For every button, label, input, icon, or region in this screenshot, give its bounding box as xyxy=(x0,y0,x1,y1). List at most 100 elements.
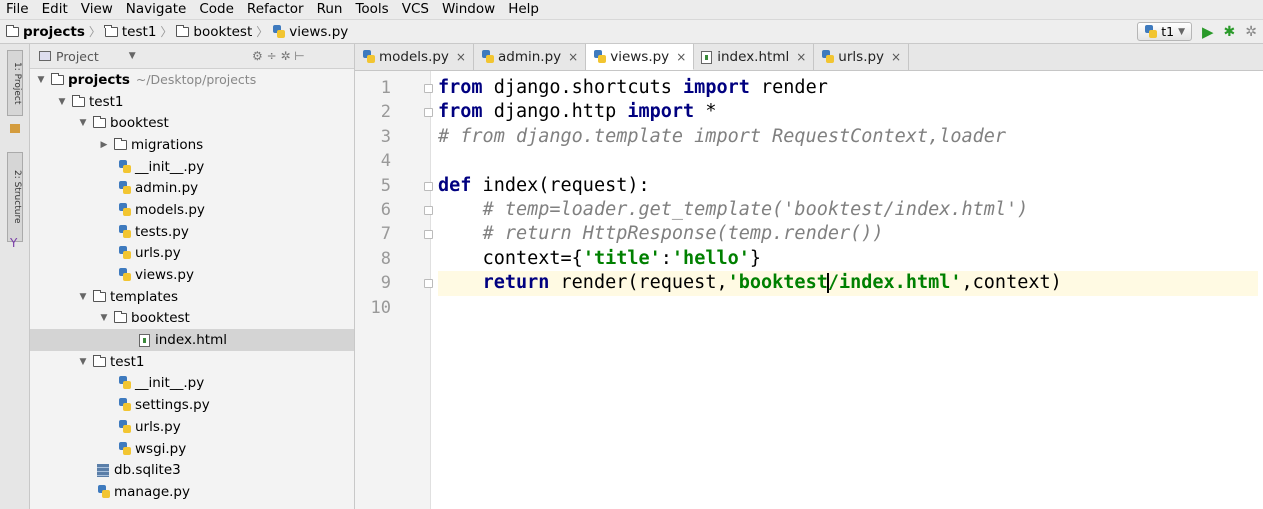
keyword: def xyxy=(438,174,472,196)
tree-item[interactable]: ▼ test1 xyxy=(30,91,354,113)
tree-item[interactable]: ▼ projects ~/Desktop/projects xyxy=(30,69,354,91)
tree-item[interactable]: views.py xyxy=(30,264,354,286)
code-area[interactable]: from django.shortcuts import render from… xyxy=(438,76,1258,320)
breadcrumb-projects[interactable]: projects xyxy=(5,24,85,40)
navigation-bar: projects 〉 test1 〉 booktest 〉 views.py t… xyxy=(0,19,1263,44)
menu-bar: File Edit View Navigate Code Refactor Run Tools… xyxy=(0,0,1263,19)
chevron-down-icon[interactable]: ▼ xyxy=(129,51,136,61)
code-line-9: return render(request,'booktest/index.ht… xyxy=(438,271,1258,296)
tab-label: models.py xyxy=(379,49,449,65)
tab-index-html[interactable]: index.html × xyxy=(694,44,815,70)
comment: # temp=loader.get_template('booktest/ind… xyxy=(482,198,1029,220)
close-icon[interactable]: × xyxy=(676,50,686,64)
tree-item[interactable]: settings.py xyxy=(30,394,354,416)
line-number: 2 xyxy=(380,102,391,123)
python-file-icon xyxy=(118,398,131,412)
tree-item-label: settings.py xyxy=(135,397,210,414)
tree-item-label: migrations xyxy=(131,136,204,153)
breadcrumb-booktest[interactable]: booktest xyxy=(175,24,252,40)
coverage-icon[interactable]: ✲ xyxy=(1245,24,1257,40)
close-icon[interactable]: × xyxy=(568,50,578,64)
tree-item-label: db.sqlite3 xyxy=(114,462,181,479)
menu-view[interactable]: View xyxy=(81,0,113,19)
expand-arrow-icon[interactable]: ▼ xyxy=(34,75,48,85)
close-icon[interactable]: × xyxy=(456,50,466,64)
tab-urls-py[interactable]: urls.py × xyxy=(814,44,910,70)
debug-icon[interactable]: ✱ xyxy=(1224,24,1236,40)
collapse-arrow-icon[interactable]: ▶ xyxy=(97,140,111,150)
folder-icon xyxy=(92,354,106,367)
close-icon[interactable]: × xyxy=(796,50,806,64)
expand-arrow-icon[interactable]: ▼ xyxy=(76,118,90,128)
menu-run[interactable]: Run xyxy=(317,0,343,19)
panel-tools[interactable]: ⚙ ÷ ✲ ⊢ xyxy=(252,49,305,63)
expand-arrow-icon[interactable]: ▼ xyxy=(55,97,69,107)
panel-title[interactable]: Project xyxy=(56,49,99,64)
menu-tools[interactable]: Tools xyxy=(355,0,388,19)
fold-marker-icon[interactable] xyxy=(424,84,433,93)
favorites-icon[interactable]: Y xyxy=(10,236,17,250)
tree-item[interactable]: models.py xyxy=(30,199,354,221)
expand-arrow-icon[interactable]: ▼ xyxy=(97,313,111,323)
code-text: index(request): xyxy=(471,174,650,196)
tree-item-label: __init__.py xyxy=(135,158,205,175)
menu-help[interactable]: Help xyxy=(508,0,539,19)
menu-window[interactable]: Window xyxy=(442,0,495,19)
fold-marker-icon[interactable] xyxy=(424,181,433,191)
tab-label: views.py xyxy=(610,48,670,65)
code-editor[interactable]: 1 2 3 4 5 6 7 8 9 10 from django.shortcuts import… xyxy=(355,71,1263,509)
string: /index.html' xyxy=(827,272,962,294)
line-number: 9 xyxy=(380,273,391,294)
fold-marker-icon[interactable] xyxy=(424,206,433,215)
python-file-icon xyxy=(362,50,375,64)
tree-item-label: templates xyxy=(110,288,178,305)
folder-icon xyxy=(5,24,19,37)
fold-marker-icon[interactable] xyxy=(424,108,433,118)
tree-item[interactable]: tests.py xyxy=(30,221,354,243)
run-icon[interactable]: ▶ xyxy=(1202,23,1214,41)
python-file-icon xyxy=(97,484,110,499)
tree-item[interactable]: index.html xyxy=(30,329,354,351)
close-icon[interactable]: × xyxy=(891,50,901,64)
tree-item[interactable]: ▼ booktest xyxy=(30,308,354,330)
breadcrumb-test1[interactable]: test1 xyxy=(104,24,156,40)
expand-arrow-icon[interactable]: ▼ xyxy=(76,292,90,302)
tree-item[interactable]: ▼ test1 xyxy=(30,351,354,373)
code-text: } xyxy=(749,247,762,269)
tree-item[interactable]: manage.py xyxy=(30,481,354,503)
tree-item[interactable]: admin.py xyxy=(30,177,354,199)
fold-marker-icon[interactable] xyxy=(424,279,433,289)
menu-file[interactable]: File xyxy=(6,0,29,19)
breadcrumb-views[interactable]: views.py xyxy=(272,24,348,40)
code-line-7: # return HttpResponse(temp.render()) xyxy=(438,222,1258,246)
tree-item[interactable]: urls.py xyxy=(30,243,354,265)
menu-navigate[interactable]: Navigate xyxy=(126,0,187,19)
menu-code[interactable]: Code xyxy=(199,0,234,19)
tree-item-label: __init__.py xyxy=(135,375,205,392)
tree-item[interactable]: urls.py xyxy=(30,416,354,438)
tree-item[interactable]: ▼ templates xyxy=(30,286,354,308)
tree-item[interactable]: ▼ booktest xyxy=(30,112,354,134)
fold-marker-icon[interactable] xyxy=(424,230,433,240)
tool-window-label: 1: Project xyxy=(12,61,22,105)
run-config-select[interactable]: t1 ▼ xyxy=(1137,22,1192,41)
python-file-icon xyxy=(118,181,131,195)
database-icon[interactable] xyxy=(10,124,20,133)
tab-admin-py[interactable]: admin.py × xyxy=(474,44,587,70)
code-text: * xyxy=(694,101,717,123)
menu-edit[interactable]: Edit xyxy=(42,0,68,19)
tree-item[interactable]: ▶ migrations xyxy=(30,134,354,156)
tree-item[interactable]: __init__.py xyxy=(30,156,354,178)
tab-models-py[interactable]: models.py × xyxy=(355,44,474,70)
tab-views-py[interactable]: views.py × xyxy=(586,44,695,70)
menu-refactor[interactable]: Refactor xyxy=(247,0,304,19)
tree-item[interactable]: wsgi.py xyxy=(30,438,354,460)
tree-item-label: booktest xyxy=(110,115,169,132)
python-file-icon xyxy=(118,376,131,390)
tool-window-tab-structure[interactable]: 2: Structure xyxy=(7,152,23,242)
tree-item[interactable]: db.sqlite3 xyxy=(30,459,354,481)
tree-item[interactable]: __init__.py xyxy=(30,373,354,395)
tool-window-tab-project[interactable]: 1: Project xyxy=(7,50,23,116)
menu-vcs[interactable]: VCS xyxy=(402,0,429,19)
expand-arrow-icon[interactable]: ▼ xyxy=(76,357,90,367)
